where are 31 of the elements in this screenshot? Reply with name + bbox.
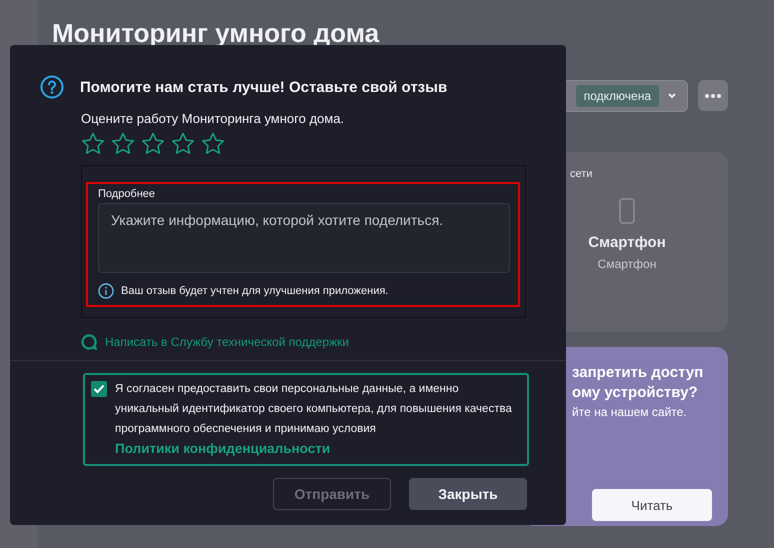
device-name: Смартфон bbox=[588, 234, 666, 251]
star-rating[interactable] bbox=[81, 132, 225, 155]
star-icon[interactable] bbox=[111, 132, 135, 155]
star-icon[interactable] bbox=[81, 132, 105, 155]
page-title: Мониторинг умного дома bbox=[52, 18, 380, 49]
privacy-policy-link[interactable]: Политики конфиденциальности bbox=[115, 441, 330, 456]
support-link[interactable]: Написать в Службу технической поддержки bbox=[105, 335, 350, 349]
consent-text: Я согласен предоставить свои персональные данные, а именно уникальный идентификатор своего компьютера, для повышения качества программного обеспечения и принимаю условия Политики конфиденциальности bbox=[115, 382, 513, 458]
field-label: Подробнее bbox=[98, 188, 156, 200]
read-button[interactable]: Читать bbox=[592, 489, 712, 521]
hint-text: Ваш отзыв будет учтен для улучшения приложения. bbox=[121, 285, 388, 297]
device-type: Смартфон bbox=[598, 257, 656, 271]
info-icon bbox=[98, 283, 114, 299]
star-icon[interactable] bbox=[171, 132, 195, 155]
status-badge: подключена bbox=[576, 85, 659, 107]
dialog-title: Помогите нам стать лучше! Оставьте свой отзыв bbox=[80, 78, 448, 96]
help-icon bbox=[40, 75, 64, 99]
promo-text: йте на нашем сайте. bbox=[571, 405, 688, 419]
more-button[interactable] bbox=[698, 80, 728, 111]
caret-icon bbox=[667, 92, 677, 100]
smartphone-icon bbox=[619, 198, 635, 224]
more-icon bbox=[705, 94, 721, 98]
card-caption: сети bbox=[570, 168, 592, 180]
rating-prompt: Оцените работу Мониторинга умного дома. bbox=[81, 111, 346, 126]
consent-checkbox[interactable] bbox=[91, 381, 107, 397]
close-button[interactable]: Закрыть bbox=[409, 478, 527, 510]
star-icon[interactable] bbox=[201, 132, 225, 155]
promo-title: запретить доступ ому устройству? bbox=[571, 363, 704, 403]
star-icon[interactable] bbox=[141, 132, 165, 155]
chat-icon bbox=[81, 334, 97, 350]
feedback-field[interactable]: Укажите информацию, которой хотите поделиться. bbox=[98, 203, 510, 273]
